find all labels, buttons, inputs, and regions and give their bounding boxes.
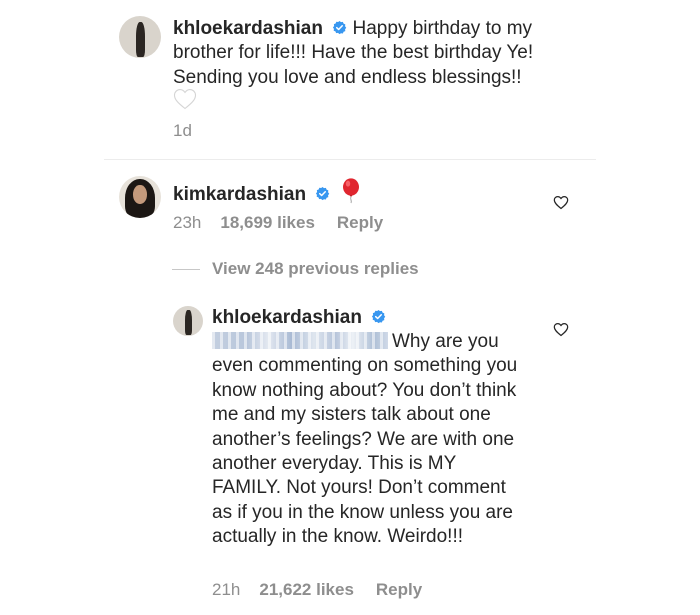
likes-count[interactable]: 21,622 likes bbox=[259, 580, 354, 600]
replies-divider-line bbox=[172, 268, 200, 270]
blurred-mention bbox=[212, 332, 388, 349]
comment2-meta: 23h 18,699 likes Reply bbox=[173, 213, 383, 233]
verified-badge-icon bbox=[333, 20, 347, 35]
view-previous-replies-button[interactable]: View 248 previous replies bbox=[172, 259, 419, 279]
comment-time: 1d bbox=[173, 121, 192, 140]
username-khloekardashian[interactable]: khloekardashian bbox=[173, 18, 323, 39]
comment-header: kimkardashian bbox=[173, 178, 473, 207]
verified-badge-icon bbox=[372, 309, 386, 324]
avatar-khloekardashian[interactable] bbox=[173, 306, 203, 336]
white-heart-emoji: 🤍 bbox=[173, 88, 197, 110]
comment1-meta: 1d bbox=[173, 121, 192, 141]
reply-button[interactable]: Reply bbox=[376, 580, 422, 600]
comment-body: Why are you even commenting on something… bbox=[212, 331, 518, 548]
username-khloekardashian[interactable]: khloekardashian bbox=[212, 307, 362, 328]
heart-outline-icon[interactable] bbox=[553, 195, 569, 210]
heart-outline-icon[interactable] bbox=[553, 322, 569, 337]
view-replies-label: View 248 previous replies bbox=[212, 259, 419, 278]
avatar-khloekardashian[interactable] bbox=[119, 16, 161, 58]
comment-time: 21h bbox=[212, 580, 241, 599]
verified-badge-icon bbox=[316, 186, 330, 201]
comment-text: khloekardashian Happy birthday to my bro… bbox=[173, 17, 573, 90]
username-kimkardashian[interactable]: kimkardashian bbox=[173, 184, 306, 205]
reply-header: khloekardashian bbox=[212, 306, 512, 330]
reply-body: Why are you even commenting on something… bbox=[212, 330, 522, 550]
likes-count[interactable]: 18,699 likes bbox=[220, 213, 315, 233]
reply-button[interactable]: Reply bbox=[337, 213, 383, 233]
avatar-kimkardashian[interactable] bbox=[119, 176, 161, 218]
comment-time: 23h bbox=[173, 213, 202, 232]
comment3-meta: 21h 21,622 likes Reply bbox=[212, 580, 422, 600]
red-balloon-icon bbox=[342, 178, 359, 204]
divider bbox=[104, 159, 596, 160]
